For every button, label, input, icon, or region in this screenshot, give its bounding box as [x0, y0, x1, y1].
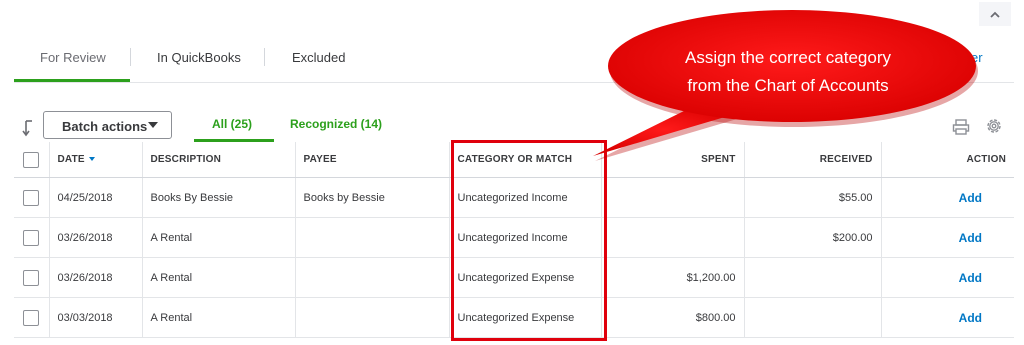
row-category[interactable]: Uncategorized Income: [449, 177, 602, 218]
table-row[interactable]: 03/26/2018 A Rental Uncategorized Income…: [14, 217, 1014, 258]
subtab-all[interactable]: All (25): [212, 117, 252, 131]
row-payee: [295, 217, 450, 258]
tab-divider: [130, 48, 131, 66]
batch-actions-button[interactable]: Batch actions: [43, 111, 172, 139]
row-date: 03/26/2018: [49, 217, 143, 258]
row-payee: Books by Bessie: [295, 177, 450, 218]
select-all-checkbox[interactable]: [23, 151, 40, 168]
row-date: 04/25/2018: [49, 177, 143, 218]
add-button[interactable]: Add: [959, 271, 982, 285]
row-received: $55.00: [744, 177, 882, 218]
batch-actions-label: Batch actions: [62, 119, 148, 134]
add-button[interactable]: Add: [959, 231, 982, 245]
row-spent: [601, 177, 745, 218]
row-checkbox[interactable]: [23, 269, 40, 286]
row-category[interactable]: Uncategorized Income: [449, 217, 602, 258]
callout-line-2: from the Chart of Accounts: [687, 76, 889, 95]
subtab-recognized[interactable]: Recognized (14): [290, 117, 382, 131]
row-payee: [295, 257, 450, 298]
callout-text: Assign the correct category from the Cha…: [648, 44, 928, 100]
caret-down-icon: [148, 122, 158, 128]
row-description: A Rental: [142, 297, 296, 338]
top-strip: [0, 0, 1024, 24]
transactions-table: DATE DESCRIPTION PAYEE CATEGORY OR MATCH…: [14, 142, 1014, 338]
row-spent: $800.00: [601, 297, 745, 338]
collapse-button[interactable]: [979, 2, 1011, 26]
table-row[interactable]: 03/03/2018 A Rental Uncategorized Expens…: [14, 297, 1014, 338]
tab-divider: [264, 48, 265, 66]
row-checkbox[interactable]: [23, 229, 40, 246]
row-category[interactable]: Uncategorized Expense: [449, 297, 602, 338]
callout-line-1: Assign the correct category: [685, 48, 891, 67]
row-description: Books By Bessie: [142, 177, 296, 218]
row-date: 03/03/2018: [49, 297, 143, 338]
table-row[interactable]: 03/26/2018 A Rental Uncategorized Expens…: [14, 257, 1014, 298]
column-header-category[interactable]: CATEGORY OR MATCH: [449, 142, 602, 178]
gear-icon[interactable]: [985, 117, 1003, 135]
tab-for-review[interactable]: For Review: [40, 50, 106, 65]
print-icon[interactable]: [952, 118, 970, 136]
column-header-spent[interactable]: SPENT: [601, 142, 745, 178]
table-row[interactable]: 04/25/2018 Books By Bessie Books by Bess…: [14, 177, 1014, 218]
sort-caret-icon: [88, 157, 95, 162]
column-header-date[interactable]: DATE: [49, 142, 143, 178]
row-received: $200.00: [744, 217, 882, 258]
add-button[interactable]: Add: [959, 311, 982, 325]
go-to-register-link[interactable]: ister: [958, 50, 983, 65]
row-category[interactable]: Uncategorized Expense: [449, 257, 602, 298]
row-description: A Rental: [142, 257, 296, 298]
row-received: [744, 297, 882, 338]
row-date: 03/26/2018: [49, 257, 143, 298]
column-header-action: ACTION: [881, 142, 1014, 178]
row-checkbox[interactable]: [23, 189, 40, 206]
sort-arrow-icon[interactable]: [22, 118, 38, 140]
select-all-cell: [14, 142, 50, 178]
row-checkbox[interactable]: [23, 309, 40, 326]
column-header-received[interactable]: RECEIVED: [744, 142, 882, 178]
row-description: A Rental: [142, 217, 296, 258]
tab-excluded[interactable]: Excluded: [292, 50, 345, 65]
tab-in-quickbooks[interactable]: In QuickBooks: [157, 50, 241, 65]
chevron-up-icon: [990, 11, 1000, 18]
column-header-payee[interactable]: PAYEE: [295, 142, 450, 178]
row-received: [744, 257, 882, 298]
column-header-description[interactable]: DESCRIPTION: [142, 142, 296, 178]
row-payee: [295, 297, 450, 338]
row-spent: [601, 217, 745, 258]
table-header-row: DATE DESCRIPTION PAYEE CATEGORY OR MATCH…: [14, 142, 1014, 178]
row-spent: $1,200.00: [601, 257, 745, 298]
add-button[interactable]: Add: [959, 191, 982, 205]
